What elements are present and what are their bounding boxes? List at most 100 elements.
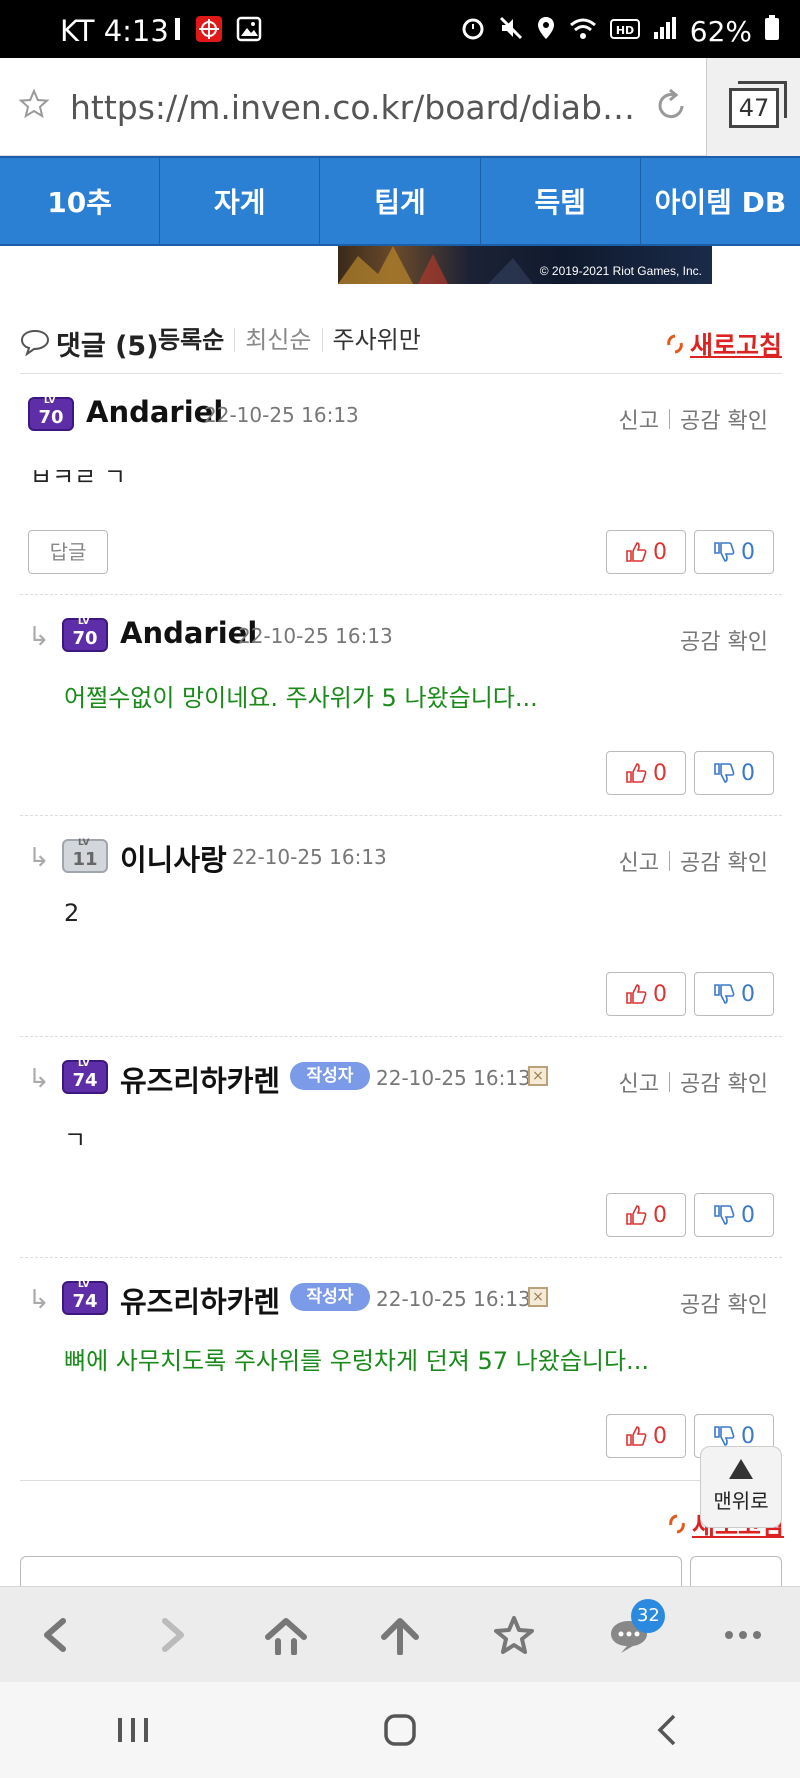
bookmarks-button[interactable]: [457, 1587, 571, 1682]
gallery-icon: [236, 16, 262, 46]
like-check-link[interactable]: 공감 확인: [680, 1287, 768, 1319]
report-link[interactable]: 신고: [619, 845, 659, 877]
comment-nickname[interactable]: Andariel: [86, 395, 223, 429]
refresh-comments-button[interactable]: 새로고침: [666, 326, 782, 362]
wifi-icon: [568, 15, 598, 48]
tab-switcher-button[interactable]: 47: [706, 58, 800, 156]
comment-nickname[interactable]: 유즈리하카렌: [120, 1058, 280, 1100]
dice-result-icon: ×: [528, 1066, 548, 1086]
more-icon: [724, 1630, 761, 1639]
nav-item-10chu[interactable]: 10추: [0, 158, 161, 244]
thumbs-down-icon: [714, 984, 735, 1004]
home-icon: [264, 1617, 307, 1655]
more-button[interactable]: [686, 1587, 800, 1682]
thumbs-down-icon: [714, 763, 735, 783]
comment-item: ↳ 74 유즈리하카렌 작성자 22-10-25 16:13 × 공감 확인 뼈…: [20, 1259, 782, 1481]
svg-text:HD: HD: [616, 24, 634, 37]
reply-button[interactable]: 답글: [28, 530, 108, 574]
downvote-button[interactable]: 0: [694, 972, 774, 1016]
android-home-button[interactable]: [340, 1700, 460, 1760]
forward-button[interactable]: [114, 1587, 228, 1682]
nav-item-free-board[interactable]: 자게: [160, 158, 321, 244]
scroll-up-button[interactable]: [343, 1587, 457, 1682]
signal-icon: [652, 15, 678, 48]
comment-submit-button[interactable]: [690, 1556, 782, 1586]
thumbs-down-icon: [714, 1426, 735, 1446]
reply-arrow-icon: ↳: [28, 1064, 50, 1094]
reply-arrow-icon: ↳: [28, 843, 50, 873]
sort-by-newest[interactable]: 최신순: [234, 328, 321, 352]
recent-apps-button[interactable]: [73, 1700, 193, 1760]
android-back-button[interactable]: [607, 1700, 727, 1760]
upvote-count: 0: [653, 760, 667, 786]
divider: [669, 851, 671, 871]
level-badge: 70: [28, 395, 74, 431]
report-link[interactable]: 신고: [619, 1066, 659, 1098]
upvote-button[interactable]: 0: [606, 530, 686, 574]
downvote-button[interactable]: 0: [694, 1193, 774, 1237]
tab-count: 47: [729, 81, 787, 128]
upvote-count: 0: [653, 539, 667, 565]
forward-icon: [162, 1617, 185, 1652]
comment-item: 70 Andariel 22-10-25 16:13 신고 공감 확인 ㅂㅋㄹ …: [20, 375, 782, 595]
comment-nickname[interactable]: 유즈리하카렌: [120, 1279, 280, 1321]
downvote-count: 0: [741, 760, 755, 786]
comment-item: ↳ 74 유즈리하카렌 작성자 22-10-25 16:13 × 신고 공감 확…: [20, 1038, 782, 1258]
ad-banner[interactable]: © 2019-2021 Riot Games, Inc.: [338, 246, 712, 284]
thumbs-down-icon: [714, 542, 735, 562]
comment-nickname[interactable]: Andariel: [120, 616, 257, 650]
nav-item-tip-board[interactable]: 팁게: [320, 158, 481, 244]
chat-button[interactable]: 32: [571, 1587, 685, 1682]
thumbs-up-icon: [626, 1205, 647, 1225]
sim-icon: [172, 16, 182, 46]
upvote-button[interactable]: 0: [606, 1193, 686, 1237]
bookmark-icon: [494, 1615, 535, 1654]
back-button[interactable]: [0, 1587, 114, 1682]
comment-input[interactable]: [20, 1556, 682, 1586]
refresh-icon: [669, 1514, 685, 1534]
upvote-count: 0: [653, 981, 667, 1007]
report-link[interactable]: 신고: [619, 403, 659, 435]
upvote-button[interactable]: 0: [606, 1414, 686, 1458]
up-triangle-icon: [729, 1459, 753, 1479]
comment-nickname[interactable]: 이니사랑: [120, 837, 227, 879]
sort-by-registration[interactable]: 등록순: [158, 328, 234, 352]
nav-item-item-db[interactable]: 아이템 DB: [641, 158, 800, 244]
chat-badge: 32: [631, 1599, 666, 1633]
level-badge: 11: [62, 837, 108, 873]
bookmark-star-icon[interactable]: [18, 88, 50, 124]
downvote-count: 0: [741, 539, 755, 565]
upvote-button[interactable]: 0: [606, 751, 686, 795]
recent-apps-icon: [118, 1718, 149, 1742]
upvote-count: 0: [653, 1202, 667, 1228]
like-check-link[interactable]: 공감 확인: [680, 1066, 768, 1098]
downvote-button[interactable]: 0: [694, 751, 774, 795]
refresh-label: 새로고침: [689, 331, 782, 360]
level-badge: 74: [62, 1058, 108, 1094]
like-check-link[interactable]: 공감 확인: [680, 624, 768, 656]
android-home-icon: [384, 1714, 416, 1746]
url-field[interactable]: https://m.inven.co.kr/board/diablo2...: [70, 88, 640, 127]
thumbs-up-icon: [626, 542, 647, 562]
nav-item-item-drops[interactable]: 득템: [481, 158, 641, 244]
hd-icon: HD: [609, 15, 640, 48]
scroll-to-top-button[interactable]: 맨위로: [700, 1446, 782, 1528]
status-bar: KT 4:13 HD 62%: [0, 0, 800, 58]
comment-timestamp: 22-10-25 16:13: [376, 1066, 531, 1090]
downvote-button[interactable]: 0: [694, 530, 774, 574]
comment-item: ↳ 11 이니사랑 22-10-25 16:13 신고 공감 확인 2 0 0: [20, 817, 782, 1037]
like-check-link[interactable]: 공감 확인: [680, 403, 768, 435]
comment-bubble-icon: [20, 328, 50, 360]
reload-icon[interactable]: [652, 86, 692, 130]
sort-dice-only[interactable]: 주사위만: [321, 328, 431, 352]
upvote-button[interactable]: 0: [606, 972, 686, 1016]
divider: [669, 1072, 671, 1092]
url-bar: https://m.inven.co.kr/board/diablo2... 4…: [0, 58, 800, 156]
like-check-link[interactable]: 공감 확인: [680, 845, 768, 877]
home-button[interactable]: [229, 1587, 343, 1682]
level-badge: 74: [62, 1279, 108, 1315]
comment-body: 어쩔수없이 망이네요. 주사위가 5 나왔습니다...: [64, 684, 538, 712]
comment-body: 2: [64, 899, 80, 927]
target-app-icon: [196, 16, 222, 46]
browser-toolbar: 32: [0, 1586, 800, 1682]
